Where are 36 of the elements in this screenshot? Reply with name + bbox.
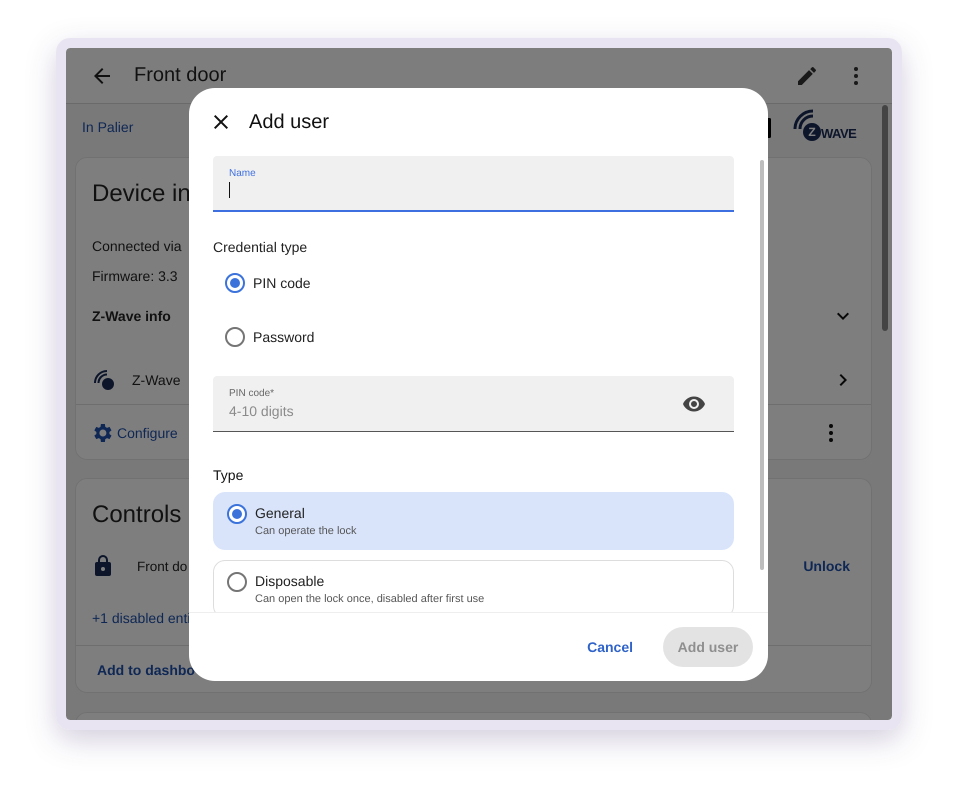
option-title: General: [255, 504, 306, 522]
option-description: Can operate the lock: [255, 524, 357, 539]
option-description: Can open the lock once, disabled after first use: [255, 592, 484, 607]
cancel-button[interactable]: Cancel: [571, 629, 649, 665]
radio-button[interactable]: [227, 504, 247, 524]
page-title: Front door: [134, 64, 226, 87]
type-option[interactable]: Disposable Can open the lock once, disabled after first use: [213, 560, 734, 612]
radio-button[interactable]: [225, 327, 245, 347]
add-to-dashboard-button[interactable]: Add to dashbo: [97, 662, 195, 678]
firmware-text: Firmware: 3.3: [92, 267, 178, 286]
zwave-logo: Z WAVE: [793, 107, 861, 147]
area-link[interactable]: In Palier: [82, 119, 134, 135]
section-label: Type: [213, 466, 244, 484]
entity-name[interactable]: Front do: [137, 558, 188, 574]
integration-item[interactable]: Z-Wave: [132, 372, 180, 388]
type-option[interactable]: General Can operate the lock: [213, 492, 734, 550]
zwave-icon: [92, 368, 116, 392]
section-label: Credential type: [213, 238, 308, 256]
configure-link[interactable]: Configure: [117, 425, 178, 441]
pin-code-field[interactable]: PIN code* 4-10 digits: [213, 376, 734, 432]
name-field[interactable]: Name: [213, 156, 734, 212]
dialog-title: Add user: [249, 110, 330, 134]
radio-label[interactable]: PIN code: [253, 275, 311, 291]
radio-label[interactable]: Password: [253, 329, 314, 345]
placeholder-text: 4-10 digits: [229, 403, 294, 419]
option-title: Disposable: [255, 572, 326, 590]
connected-via-text: Connected via: [92, 237, 182, 256]
scrollbar[interactable]: [760, 160, 764, 570]
unlock-button[interactable]: Unlock: [803, 558, 850, 574]
card-title: Device in: [92, 179, 191, 209]
section-header[interactable]: Z-Wave info: [92, 308, 171, 324]
radio-button[interactable]: [225, 273, 245, 293]
radio-button[interactable]: [227, 572, 247, 592]
text-cursor: [229, 182, 230, 198]
scrollbar[interactable]: [882, 105, 888, 331]
card-title: Controls: [92, 500, 182, 530]
